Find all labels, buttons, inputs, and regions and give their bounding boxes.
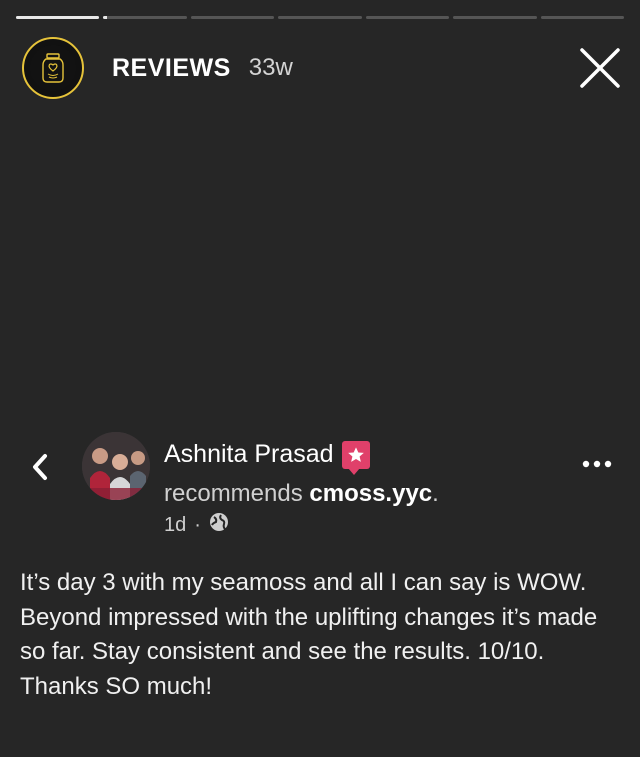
recommendation-badge-icon bbox=[341, 440, 370, 475]
reviewer-name-row: Ashnita Prasad bbox=[164, 440, 370, 475]
review-text: It’s day 3 with my seamoss and all I can… bbox=[20, 569, 598, 700]
chevron-left-icon[interactable] bbox=[28, 450, 50, 484]
post-time: 1d bbox=[164, 513, 187, 536]
recommended-page-link[interactable]: cmoss.yyc bbox=[309, 480, 432, 507]
story-progress-segment bbox=[365, 16, 450, 19]
story-progress-segment bbox=[190, 16, 275, 19]
story-progress-segment bbox=[103, 16, 187, 19]
account-name[interactable]: REVIEWS bbox=[112, 54, 231, 83]
reviewer-name[interactable]: Ashnita Prasad bbox=[164, 440, 334, 469]
story-age: 33w bbox=[248, 54, 293, 81]
story-progress-segment bbox=[16, 16, 100, 19]
account-avatar[interactable] bbox=[22, 37, 84, 99]
globe-icon bbox=[209, 512, 229, 538]
story-progress-segment bbox=[453, 16, 537, 19]
story-progress-fill bbox=[16, 16, 100, 19]
jar-logo-icon bbox=[30, 45, 76, 91]
story-progress-segment bbox=[278, 16, 362, 19]
recommendation-period: . bbox=[432, 480, 439, 507]
close-icon[interactable] bbox=[578, 46, 622, 90]
more-options-icon[interactable] bbox=[582, 456, 612, 468]
recommendation-line: recommends cmoss.yyc. bbox=[164, 480, 439, 508]
story-header: REVIEWS 33w bbox=[22, 36, 622, 100]
story-progress-segment bbox=[540, 16, 624, 19]
story-progress-fill bbox=[103, 16, 107, 19]
recommends-text: recommends bbox=[164, 480, 303, 507]
reviewer-avatar[interactable] bbox=[82, 432, 150, 500]
meta-separator: · bbox=[194, 513, 201, 536]
post-meta: 1d · bbox=[164, 512, 229, 538]
story-progress-bar bbox=[16, 16, 624, 19]
